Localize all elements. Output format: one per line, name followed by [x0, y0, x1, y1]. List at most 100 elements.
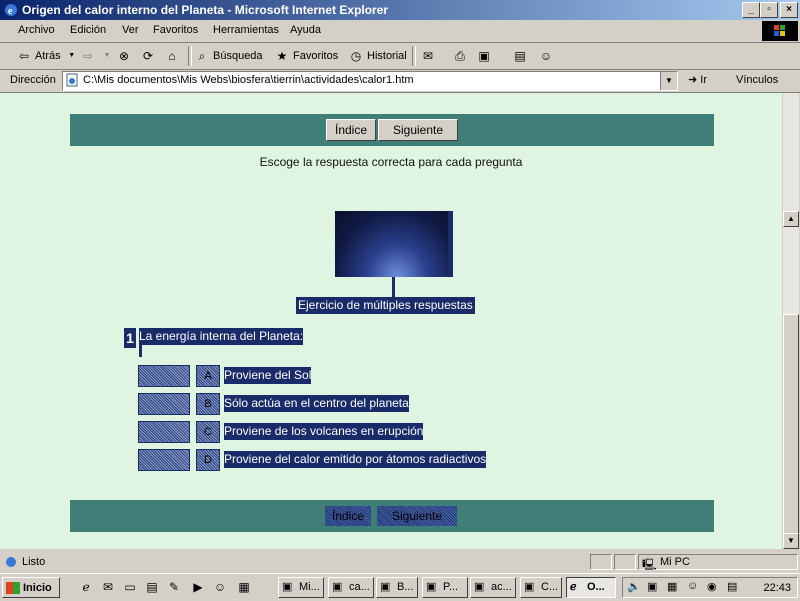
refresh-button[interactable]: ⟳	[140, 47, 156, 65]
answer-box-c[interactable]	[138, 421, 190, 443]
task-button-active[interactable]: ℯ O...	[566, 577, 616, 598]
answer-box-b[interactable]	[138, 393, 190, 415]
menu-ayuda[interactable]: Ayuda	[290, 24, 321, 36]
chevron-down-icon[interactable]: ▼	[64, 48, 80, 64]
page-icon	[66, 73, 78, 87]
print-button[interactable]: ⎙	[452, 47, 468, 65]
tray-app-icon[interactable]: ◉	[707, 580, 717, 593]
discuss-button[interactable]: ▤	[512, 47, 528, 65]
answer-box-a[interactable]	[138, 365, 190, 387]
home-button[interactable]: ⌂	[164, 47, 180, 65]
status-text: Listo	[22, 556, 46, 568]
answer-box-d[interactable]	[138, 449, 190, 471]
favorites-button[interactable]: ★ Favoritos	[274, 47, 339, 65]
address-dropdown-icon[interactable]: ▼	[660, 72, 677, 90]
answer-text-b: Sólo actúa en el centro del planeta	[224, 395, 409, 412]
task-button[interactable]: ▣ ca...	[328, 577, 374, 598]
address-input[interactable]: C:\Mis documentos\Mis Webs\biosfera\tier…	[62, 71, 678, 91]
task-button[interactable]: ▣ ac...	[470, 577, 516, 598]
refresh-icon: ⟳	[142, 49, 154, 63]
bottom-next-button[interactable]: Siguiente	[376, 505, 458, 527]
history-button[interactable]: ◷ Historial	[348, 47, 407, 65]
media-quicklaunch-icon[interactable]: ▶	[190, 579, 206, 595]
links-button[interactable]: Vínculos	[736, 74, 778, 86]
task-button[interactable]: ▣ C...	[520, 577, 562, 598]
exercise-label: Ejercicio de múltiples respuestas	[296, 297, 475, 314]
start-button[interactable]: Inicio	[2, 577, 60, 598]
task-button[interactable]: ▣ Mi...	[278, 577, 324, 598]
minimize-button[interactable]: _	[742, 2, 760, 18]
app-icon: ▣	[282, 581, 293, 593]
close-button[interactable]: ×	[780, 2, 798, 18]
desktop-quicklaunch-icon[interactable]: ▭	[122, 579, 138, 595]
outlook-quicklaunch-icon[interactable]: ✉	[100, 579, 116, 595]
task-button[interactable]: ▣ B...	[376, 577, 418, 598]
menu-herramientas[interactable]: Herramientas	[213, 24, 279, 36]
internet-explorer-quicklaunch-icon[interactable]: ℯ	[78, 579, 94, 595]
page-content: Índice Siguiente Escoge la respuesta cor…	[0, 93, 782, 549]
status-segment	[614, 554, 636, 570]
go-button[interactable]: ➜ Ir	[688, 73, 707, 86]
task-label: ac...	[491, 581, 512, 593]
bottom-nav-band: Índice Siguiente	[70, 500, 714, 532]
task-label: Mi...	[299, 581, 320, 593]
index-button[interactable]: Índice	[326, 119, 376, 141]
scroll-up-arrow-icon[interactable]: ▲	[783, 211, 799, 227]
scroll-down-arrow-icon[interactable]: ▼	[783, 533, 799, 549]
forward-arrow-icon: ⇨	[82, 49, 94, 63]
folder-quicklaunch-icon[interactable]: ▤	[144, 579, 160, 595]
app-icon: ▣	[524, 581, 535, 593]
start-label: Inicio	[23, 581, 52, 594]
answer-letter-c[interactable]: C	[196, 421, 220, 443]
volume-icon[interactable]: 🔈	[627, 580, 641, 593]
earth-image	[335, 211, 453, 277]
stop-button[interactable]: ⊗	[116, 47, 132, 65]
messenger-quicklaunch-icon[interactable]: ☺	[212, 579, 228, 595]
forward-button[interactable]: ⇨ ▼	[80, 47, 115, 65]
network-icon[interactable]: ▣	[647, 580, 657, 593]
answer-letter-d[interactable]: D	[196, 449, 220, 471]
vertical-scrollbar[interactable]: ▲ ▼	[782, 93, 799, 549]
messenger-tray-icon[interactable]: ☺	[687, 580, 698, 592]
tool-quicklaunch-icon[interactable]: ✎	[166, 579, 182, 595]
maximize-button[interactable]: ▫	[760, 2, 778, 18]
history-icon: ◷	[350, 49, 362, 63]
menu-ver[interactable]: Ver	[122, 24, 139, 36]
edit-button[interactable]: ▣	[476, 47, 492, 65]
internet-explorer-icon: e	[5, 4, 17, 17]
status-segment	[590, 554, 612, 570]
app-icon: ▣	[332, 581, 343, 593]
next-button[interactable]: Siguiente	[378, 119, 458, 141]
task-button[interactable]: ▣ P...	[422, 577, 468, 598]
chevron-down-icon[interactable]: ▼	[99, 48, 115, 64]
svg-text:e: e	[8, 6, 13, 17]
scroll-thumb[interactable]	[783, 314, 799, 548]
address-label: Dirección	[10, 74, 56, 86]
menu-favoritos[interactable]: Favoritos	[153, 24, 198, 36]
app-icon: ▣	[426, 581, 437, 593]
windows-logo-icon	[762, 21, 798, 41]
menu-archivo[interactable]: Archivo	[18, 24, 55, 36]
app-icon: ▣	[474, 581, 485, 593]
mail-button[interactable]: ✉	[420, 47, 436, 65]
search-label: Búsqueda	[213, 50, 263, 62]
tray-app-icon[interactable]: ▤	[727, 580, 737, 593]
answer-text-c: Proviene de los volcanes en erupción	[224, 423, 424, 440]
question-marker	[139, 345, 142, 357]
answer-letter-a[interactable]: A	[196, 365, 220, 387]
app-quicklaunch-icon[interactable]: ▦	[236, 579, 252, 595]
antivirus-icon[interactable]: ▦	[667, 580, 677, 593]
favorites-icon: ★	[276, 49, 288, 63]
back-button[interactable]: ⇦ Atrás ▼	[16, 47, 80, 65]
clock[interactable]: 22:43	[763, 582, 791, 594]
answer-letter-b[interactable]: B	[196, 393, 220, 415]
title-bar: e Origen del calor interno del Planeta -…	[0, 0, 800, 20]
search-button[interactable]: ⌕ Búsqueda	[194, 47, 263, 65]
back-label: Atrás	[35, 50, 61, 62]
go-arrow-icon: ➜	[688, 74, 698, 86]
menu-edicion[interactable]: Edición	[70, 24, 106, 36]
bottom-index-button[interactable]: Índice	[324, 505, 372, 527]
question-number: 1	[124, 328, 136, 348]
task-label: P...	[443, 581, 459, 593]
messenger-button[interactable]: ☺	[538, 47, 554, 65]
